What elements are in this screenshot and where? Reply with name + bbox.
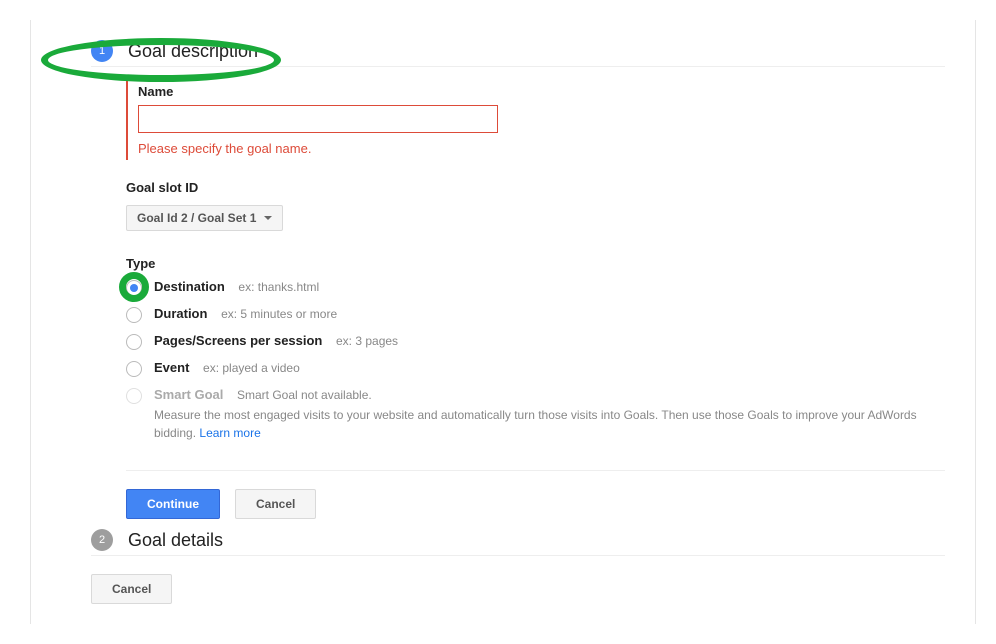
name-input[interactable] [138, 105, 498, 133]
name-label: Name [138, 84, 945, 99]
radio-pages[interactable]: Pages/Screens per session ex: 3 pages [126, 333, 945, 350]
radio-example: Smart Goal not available. [237, 388, 372, 402]
radio-icon [126, 388, 142, 404]
radio-icon [126, 334, 142, 350]
radio-duration[interactable]: Duration ex: 5 minutes or more [126, 306, 945, 323]
divider [126, 470, 945, 471]
radio-example: ex: 5 minutes or more [221, 307, 337, 321]
radio-example: ex: played a video [203, 361, 300, 375]
smart-goal-description: Measure the most engaged visits to your … [154, 406, 945, 442]
step-1-header: 1 Goal description [91, 40, 945, 67]
button-row: Continue Cancel [126, 489, 945, 519]
type-radio-list: Destination ex: thanks.html Duration ex:… [126, 279, 945, 442]
radio-label: Pages/Screens per session [154, 333, 322, 348]
radio-smart-goal: Smart Goal Smart Goal not available. Mea… [126, 387, 945, 442]
name-section: Name Please specify the goal name. [126, 80, 945, 160]
chevron-down-icon [264, 216, 272, 220]
radio-icon [126, 280, 142, 296]
slot-dropdown[interactable]: Goal Id 2 / Goal Set 1 [126, 205, 283, 231]
type-label: Type [126, 256, 945, 271]
type-section: Type Destination ex: thanks.html Duratio… [126, 256, 945, 442]
step-2-title: Goal details [128, 530, 223, 551]
radio-icon [126, 307, 142, 323]
smart-goal-desc-text: Measure the most engaged visits to your … [154, 408, 917, 440]
radio-label: Destination [154, 279, 225, 294]
outer-cancel-button[interactable]: Cancel [91, 574, 172, 604]
step-2-header: 2 Goal details [91, 529, 945, 556]
radio-label: Event [154, 360, 189, 375]
step-2-badge: 2 [91, 529, 113, 551]
slot-label: Goal slot ID [126, 180, 945, 195]
radio-example: ex: 3 pages [336, 334, 398, 348]
radio-label: Smart Goal [154, 387, 223, 402]
radio-event[interactable]: Event ex: played a video [126, 360, 945, 377]
continue-button[interactable]: Continue [126, 489, 220, 519]
learn-more-link[interactable]: Learn more [199, 426, 260, 440]
name-error: Please specify the goal name. [138, 141, 945, 156]
radio-label: Duration [154, 306, 207, 321]
radio-destination[interactable]: Destination ex: thanks.html [126, 279, 945, 296]
step-1-badge: 1 [91, 40, 113, 62]
step-1-title: Goal description [128, 41, 258, 62]
slot-section: Goal slot ID Goal Id 2 / Goal Set 1 [126, 180, 945, 231]
slot-selected: Goal Id 2 / Goal Set 1 [137, 211, 256, 225]
radio-icon [126, 361, 142, 377]
radio-example: ex: thanks.html [238, 280, 319, 294]
cancel-button[interactable]: Cancel [235, 489, 316, 519]
